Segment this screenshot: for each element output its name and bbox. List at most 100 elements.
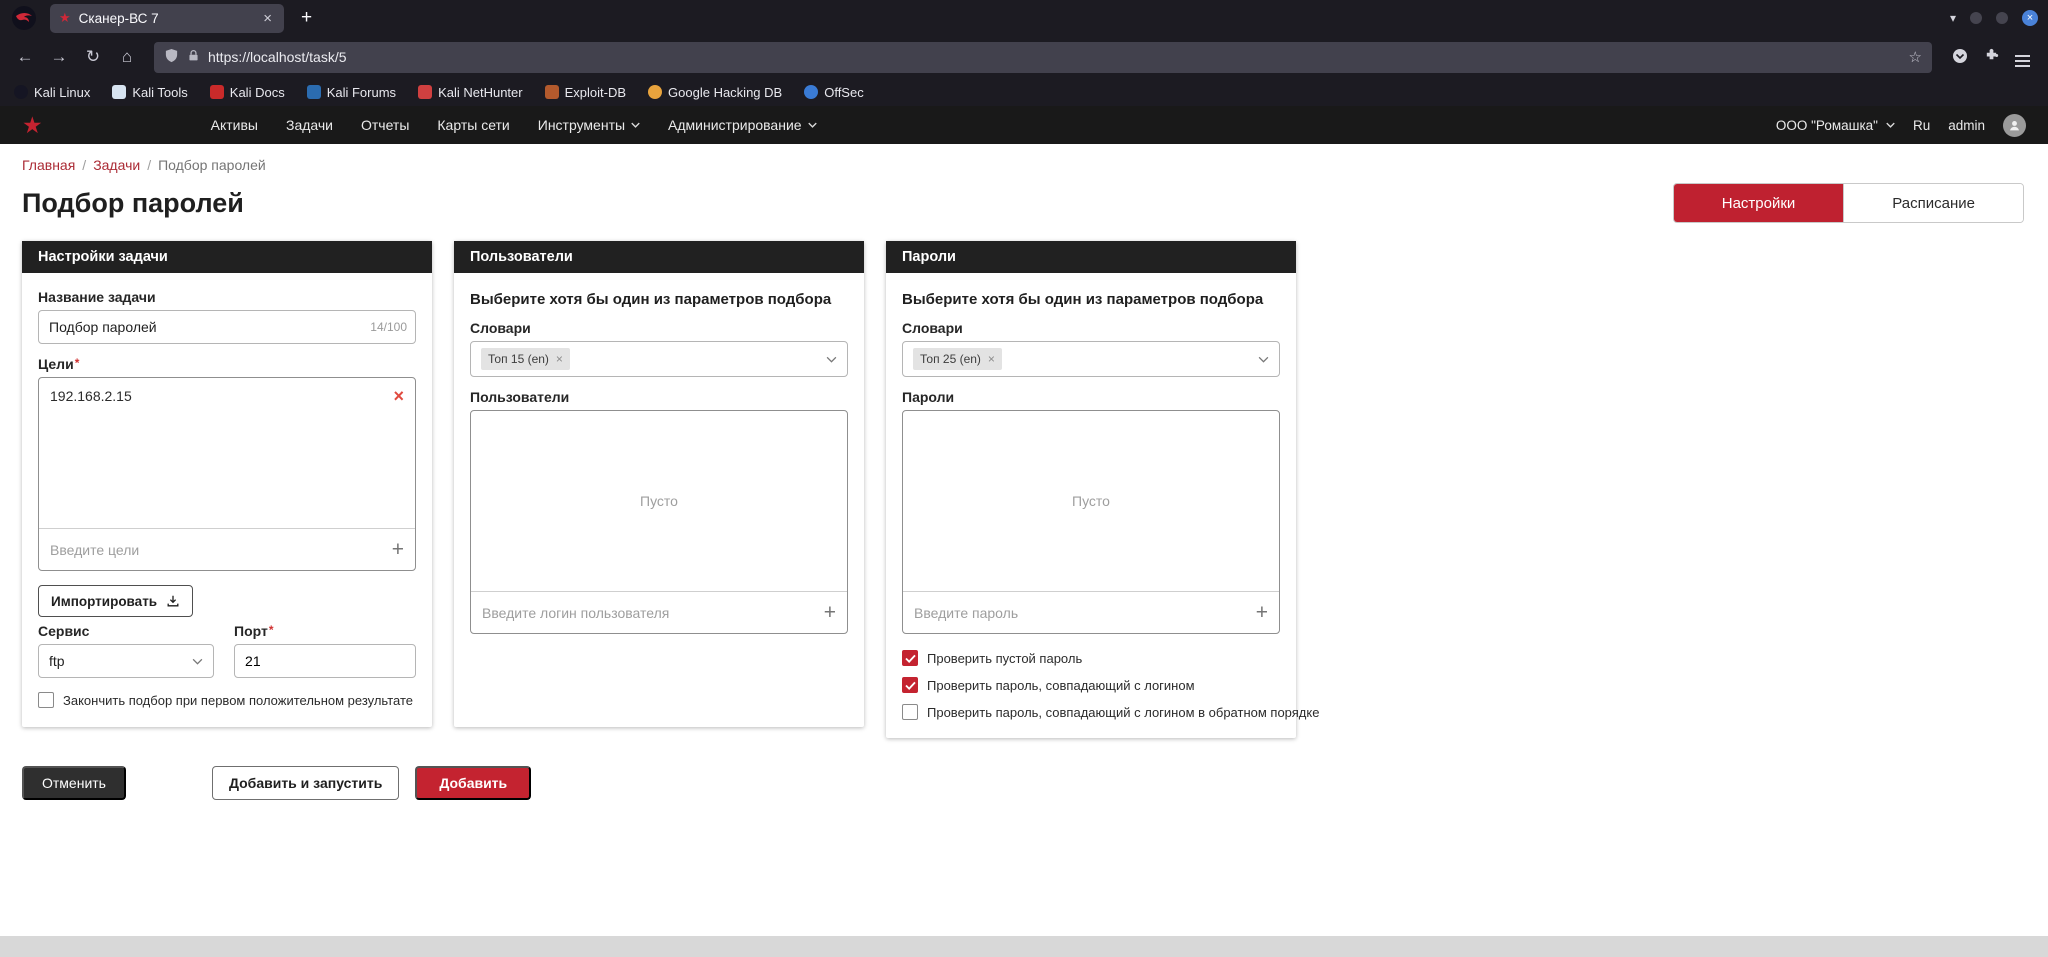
- passwords-dictionaries-select[interactable]: Топ 25 (en) ×: [902, 341, 1280, 377]
- chip-close-icon[interactable]: ×: [988, 352, 995, 366]
- bookmark-exploit-db[interactable]: Exploit-DB: [544, 84, 627, 100]
- extensions-puzzle-icon[interactable]: [1984, 48, 1999, 66]
- add-target-input[interactable]: [50, 541, 384, 558]
- users-dictionaries-label: Словари: [470, 320, 531, 336]
- port-input[interactable]: [234, 644, 416, 678]
- password-reversed-login-checkbox[interactable]: [902, 704, 918, 720]
- bookmark-star-icon[interactable]: ☆: [1909, 48, 1922, 66]
- users-dictionaries-select[interactable]: Топ 15 (en) ×: [470, 341, 848, 377]
- add-user-icon[interactable]: +: [824, 602, 836, 623]
- browser-nav-bar: ← → ↻ ⌂ https://localhost/task/5 ☆: [0, 36, 2048, 78]
- nav-item-assets[interactable]: Активы: [211, 117, 258, 133]
- bookmark-kali-nethunter[interactable]: Kali NetHunter: [418, 85, 523, 100]
- list-all-tabs-icon[interactable]: ▾: [1950, 11, 1956, 25]
- add-password-input[interactable]: [914, 604, 1248, 621]
- back-icon[interactable]: ←: [10, 42, 40, 72]
- nav-label: Администрирование: [668, 117, 802, 133]
- service-select[interactable]: ftp: [38, 644, 215, 678]
- add-user-row: +: [471, 591, 847, 633]
- task-name-input[interactable]: [38, 310, 416, 344]
- organization-select[interactable]: ООО "Ромашка": [1776, 118, 1895, 133]
- import-button[interactable]: Импортировать: [38, 585, 194, 617]
- window-maximize-button[interactable]: [1996, 12, 2008, 24]
- add-target-icon[interactable]: +: [392, 539, 404, 560]
- tab-favicon-star-icon: ★: [59, 10, 71, 25]
- password-equals-login-checkbox[interactable]: [902, 677, 918, 693]
- users-card: Пользователи Выберите хотя бы один из па…: [454, 241, 864, 727]
- targets-list: 192.168.2.15 ×: [39, 378, 415, 528]
- lock-icon[interactable]: [187, 49, 200, 65]
- bookmark-kali-tools[interactable]: Kali Tools: [112, 85, 188, 100]
- nav-item-administration[interactable]: Администрирование: [668, 117, 817, 133]
- import-download-icon: [167, 595, 179, 607]
- tracking-protection-shield-icon[interactable]: [164, 48, 179, 66]
- pocket-icon[interactable]: [1952, 48, 1968, 67]
- bookmark-kali-forums[interactable]: Kali Forums: [306, 84, 397, 100]
- bookmark-kali-linux[interactable]: Kali Linux: [14, 85, 90, 100]
- add-password-icon[interactable]: +: [1256, 602, 1268, 623]
- bookmark-label: Kali Forums: [326, 84, 397, 100]
- language-switcher[interactable]: Ru: [1913, 118, 1930, 133]
- breadcrumb-current: Подбор паролей: [158, 157, 266, 173]
- nav-item-reports[interactable]: Отчеты: [361, 117, 409, 133]
- bookmark-offsec[interactable]: OffSec: [804, 85, 864, 100]
- dictionary-chip: Топ 25 (en) ×: [913, 348, 1002, 370]
- kali-logo-icon[interactable]: [10, 4, 38, 32]
- passwords-list-label: Пароли: [902, 389, 955, 405]
- tab-settings[interactable]: Настройки: [1673, 184, 1844, 222]
- bookmark-google-hacking-db[interactable]: Google Hacking DB: [648, 85, 782, 100]
- home-icon[interactable]: ⌂: [112, 42, 142, 72]
- new-tab-button[interactable]: +: [294, 7, 319, 29]
- nav-item-tools[interactable]: Инструменты: [538, 117, 640, 133]
- check-empty-password-checkbox[interactable]: [902, 650, 918, 666]
- add-and-run-button[interactable]: Добавить и запустить: [211, 766, 400, 800]
- bookmark-label: Kali Docs: [229, 84, 285, 100]
- targets-box: 192.168.2.15 × +: [38, 377, 416, 571]
- forward-icon[interactable]: →: [44, 42, 74, 72]
- url-bar[interactable]: https://localhost/task/5 ☆: [154, 41, 1932, 73]
- bookmark-label: Exploit-DB: [564, 84, 627, 100]
- bookmark-label: Kali Linux: [34, 84, 91, 100]
- service-value: ftp: [49, 653, 65, 669]
- nav-item-network-maps[interactable]: Карты сети: [437, 117, 509, 133]
- kali-linux-favicon: [14, 85, 28, 99]
- port-label: Порт*: [234, 623, 274, 639]
- char-counter: 14/100: [370, 320, 407, 334]
- tab-schedule[interactable]: Расписание: [1843, 184, 2023, 222]
- google-hacking-db-favicon: [648, 85, 663, 99]
- breadcrumb: Главная / Задачи / Подбор паролей: [0, 144, 2048, 173]
- url-text: https://localhost/task/5: [208, 49, 347, 65]
- add-button[interactable]: Добавить: [415, 766, 532, 800]
- bookmark-label: OffSec: [824, 84, 864, 100]
- reload-icon[interactable]: ↻: [78, 42, 108, 72]
- cancel-button[interactable]: Отменить: [22, 766, 126, 800]
- remove-target-icon[interactable]: ×: [393, 387, 404, 405]
- user-avatar[interactable]: [2003, 113, 2026, 137]
- tab-close-icon[interactable]: ×: [260, 10, 275, 27]
- app-header: ★ Активы Задачи Отчеты Карты сети Инстру…: [0, 106, 2048, 144]
- passwords-empty-state: Пусто: [1072, 493, 1110, 509]
- chip-close-icon[interactable]: ×: [556, 352, 563, 366]
- window-close-button[interactable]: ×: [2022, 10, 2038, 26]
- bookmark-kali-docs[interactable]: Kali Docs: [209, 84, 285, 100]
- nav-item-tasks[interactable]: Задачи: [286, 117, 333, 133]
- password-equals-login-label: Проверить пароль, совпадающий с логином: [927, 677, 1195, 693]
- browser-tab[interactable]: ★ Сканер-ВС 7 ×: [50, 3, 284, 33]
- chevron-down-icon: [1258, 356, 1269, 363]
- nav-label: Инструменты: [537, 117, 626, 133]
- breadcrumb-tasks[interactable]: Задачи: [93, 157, 140, 173]
- stop-on-first-result-checkbox[interactable]: [38, 692, 54, 708]
- password-equals-login-row: Проверить пароль, совпадающий с логином: [902, 677, 1280, 693]
- chevron-down-icon: [192, 658, 203, 665]
- stop-on-first-result-label: Закончить подбор при первом положительно…: [63, 692, 413, 708]
- bookmark-label: Kali NetHunter: [438, 84, 523, 100]
- app-logo-star-icon[interactable]: ★: [22, 113, 43, 137]
- menu-hamburger-icon[interactable]: [2015, 49, 2030, 67]
- target-row: 192.168.2.15 ×: [50, 387, 404, 405]
- user-name[interactable]: admin: [1948, 118, 1985, 133]
- users-empty-state: Пусто: [640, 493, 678, 509]
- window-minimize-button[interactable]: [1970, 12, 1982, 24]
- users-box: Пусто +: [470, 410, 848, 634]
- breadcrumb-home[interactable]: Главная: [22, 157, 75, 173]
- add-user-input[interactable]: [482, 604, 816, 621]
